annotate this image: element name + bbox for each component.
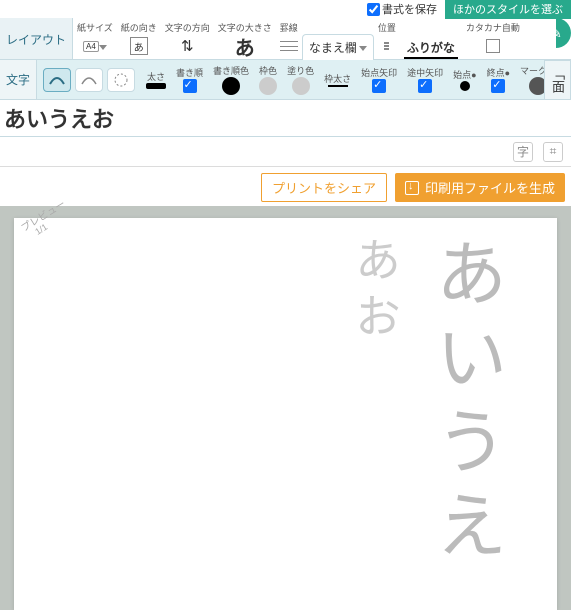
katakana-auto-label: カタカナ自動 [466,24,520,34]
text-size-button[interactable]: 文字の大きさ あ [214,22,276,59]
tab-layout[interactable]: レイアウト [0,18,73,59]
tab-name-field-label: なまえ欄 [309,39,357,56]
fill-color-button[interactable]: 塗り色 [282,64,319,95]
tab-name-field[interactable]: なまえ欄 [302,34,374,60]
frame-thickness-label: 枠太さ [324,72,351,85]
generate-print-label: 印刷用ファイルを生成 [425,178,555,197]
stroke-order-toggle[interactable]: 書き順 [171,66,208,93]
thickness-button[interactable]: 太さ [141,70,171,89]
position-button[interactable]: 位置 [374,22,400,59]
paper-size-value: A4 [83,41,99,52]
katakana-auto-button[interactable]: カタカナ自動 [462,22,524,59]
color-swatch-icon [259,77,277,95]
preview-sheet: プレビュー1/1 あいうえ あお [14,218,557,610]
save-style-label: 書式を保存 [382,1,437,17]
preview-column-2: あお [341,236,407,348]
stroke-color-button[interactable]: 書き順色 [208,64,254,95]
text-direction-icon: ⇅ [181,35,194,57]
keisen-label: 罫線 [280,24,298,34]
checkbox-checked-icon [183,79,197,93]
brush-style-1[interactable] [43,68,71,92]
paper-size-button[interactable]: 紙サイズ A4 [73,22,117,59]
frame-color-label: 枠色 [259,64,277,77]
thickness-label: 太さ [147,70,165,83]
stroke-color-label: 書き順色 [213,64,249,77]
tab-moji[interactable]: 文字 [0,60,37,99]
share-button[interactable]: プリントをシェア [261,173,387,202]
tab-furigana[interactable]: ふりがな [404,37,458,59]
fill-color-label: 塗り色 [287,64,314,77]
brush-style-3[interactable] [107,68,135,92]
text-direction-label: 文字の方向 [165,24,210,34]
keisen-icon [280,38,298,54]
keisen-button[interactable]: 罫線 [276,22,302,59]
text-size-icon: あ [235,32,255,61]
position-icon [384,42,389,44]
start-dot-label: 始点● [453,68,476,81]
thin-line-icon [328,85,348,87]
text-direction-button[interactable]: 文字の方向 ⇅ [161,22,214,59]
frame-color-button[interactable]: 枠色 [254,64,282,95]
generate-print-button[interactable]: 印刷用ファイルを生成 [395,173,565,202]
checkbox-checked-icon [418,79,432,93]
side-panel-toggle[interactable]: 「面 [544,60,571,100]
brush-outline-icon [79,72,99,88]
brush-dotted-icon [112,71,130,89]
start-dot-toggle[interactable]: 始点● [448,68,481,91]
paper-orient-icon: あ [130,37,148,55]
end-dot-toggle[interactable]: 終点● [482,66,515,93]
thickness-icon [146,83,166,89]
preview-area: プレビュー1/1 あいうえ あお [0,206,571,610]
brush-style-2[interactable] [75,68,103,92]
color-swatch-icon [292,77,310,95]
chevron-down-icon [359,46,367,51]
char-tool-button[interactable]: 字 [513,142,533,162]
brush-icon [47,72,67,88]
checkbox-checked-icon [491,79,505,93]
download-icon [405,181,419,195]
position-label: 位置 [378,24,396,34]
chevron-down-icon [99,45,107,50]
color-swatch-icon [222,77,240,95]
paper-size-label: 紙サイズ [77,24,113,34]
save-style-checkbox[interactable]: 書式を保存 [367,1,441,17]
dot-icon [460,81,470,91]
grid-tool-button[interactable]: ⌗ [543,142,563,162]
text-input[interactable]: あいうえお [0,100,571,137]
start-arrow-toggle[interactable]: 始点矢印 [356,66,402,93]
frame-thickness-button[interactable]: 枠太さ [319,72,356,87]
checkbox-checked-icon [372,79,386,93]
save-style-check[interactable] [367,3,380,16]
preview-column-1: あいうえ [412,236,517,572]
mid-arrow-toggle[interactable]: 途中矢印 [402,66,448,93]
katakana-checkbox-icon [486,39,500,53]
choose-style-button[interactable]: ほかのスタイルを選ぶ [445,0,571,19]
paper-orient-label: 紙の向き [121,24,157,34]
preview-label: プレビュー1/1 [20,200,72,243]
paper-orient-button[interactable]: 紙の向き あ [117,22,161,59]
